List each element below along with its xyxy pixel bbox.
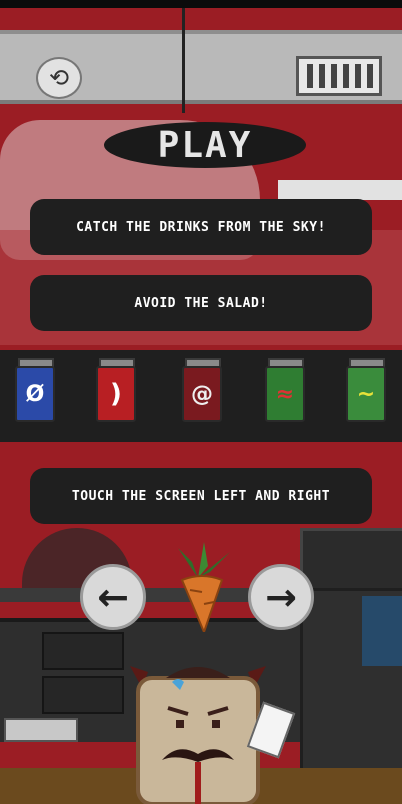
instruction-catch: CATCH THE DRINKS FROM THE SKY! — [30, 199, 372, 255]
instruction-catch-text: CATCH THE DRINKS FROM THE SKY! — [76, 219, 326, 235]
arrow-right-icon: → — [265, 575, 297, 619]
move-left-button[interactable]: ← — [80, 564, 146, 630]
instruction-touch: TOUCH THE SCREEN LEFT AND RIGHT — [30, 468, 372, 524]
room-tv — [300, 528, 402, 594]
carrot-leaves — [158, 538, 236, 578]
can-red-mark: ) — [110, 379, 122, 409]
can-salad-mark: ~ — [356, 381, 376, 407]
instruction-touch-text: TOUCH THE SCREEN LEFT AND RIGHT — [71, 488, 331, 504]
pause-button[interactable] — [296, 56, 382, 96]
room-drawer-2 — [42, 676, 124, 714]
can-salad: ~ — [346, 358, 386, 422]
top-bar-hanger — [182, 8, 185, 113]
toast-character — [128, 658, 268, 804]
top-strip — [0, 0, 402, 8]
instruction-avoid: AVOID THE SALAD! — [30, 275, 372, 331]
room-machine-screen — [362, 596, 402, 666]
carrot — [180, 574, 224, 635]
play-button[interactable]: PLAY — [104, 122, 306, 168]
arrow-left-icon: ← — [97, 575, 129, 619]
can-darkred: @ — [182, 358, 222, 422]
can-blue-mark: Ø — [25, 381, 45, 407]
room-drawer-1 — [42, 632, 124, 670]
bars-icon — [307, 64, 373, 88]
scene-shelf — [278, 180, 402, 200]
can-darkred-mark: @ — [191, 381, 213, 407]
game-screen[interactable]: ⟲ PLAY CATCH THE DRINKS FROM THE SKY! AV… — [0, 0, 402, 804]
restart-icon: ⟲ — [48, 64, 70, 92]
move-right-button[interactable]: → — [248, 564, 314, 630]
room-sign — [4, 718, 78, 742]
can-red: ) — [96, 358, 136, 422]
instruction-avoid-text: AVOID THE SALAD! — [134, 295, 268, 311]
play-label: PLAY — [157, 124, 253, 166]
can-green: ≈ — [265, 358, 305, 422]
can-green-mark: ≈ — [275, 381, 295, 407]
restart-button[interactable]: ⟲ — [36, 57, 82, 99]
can-blue: Ø — [15, 358, 55, 422]
